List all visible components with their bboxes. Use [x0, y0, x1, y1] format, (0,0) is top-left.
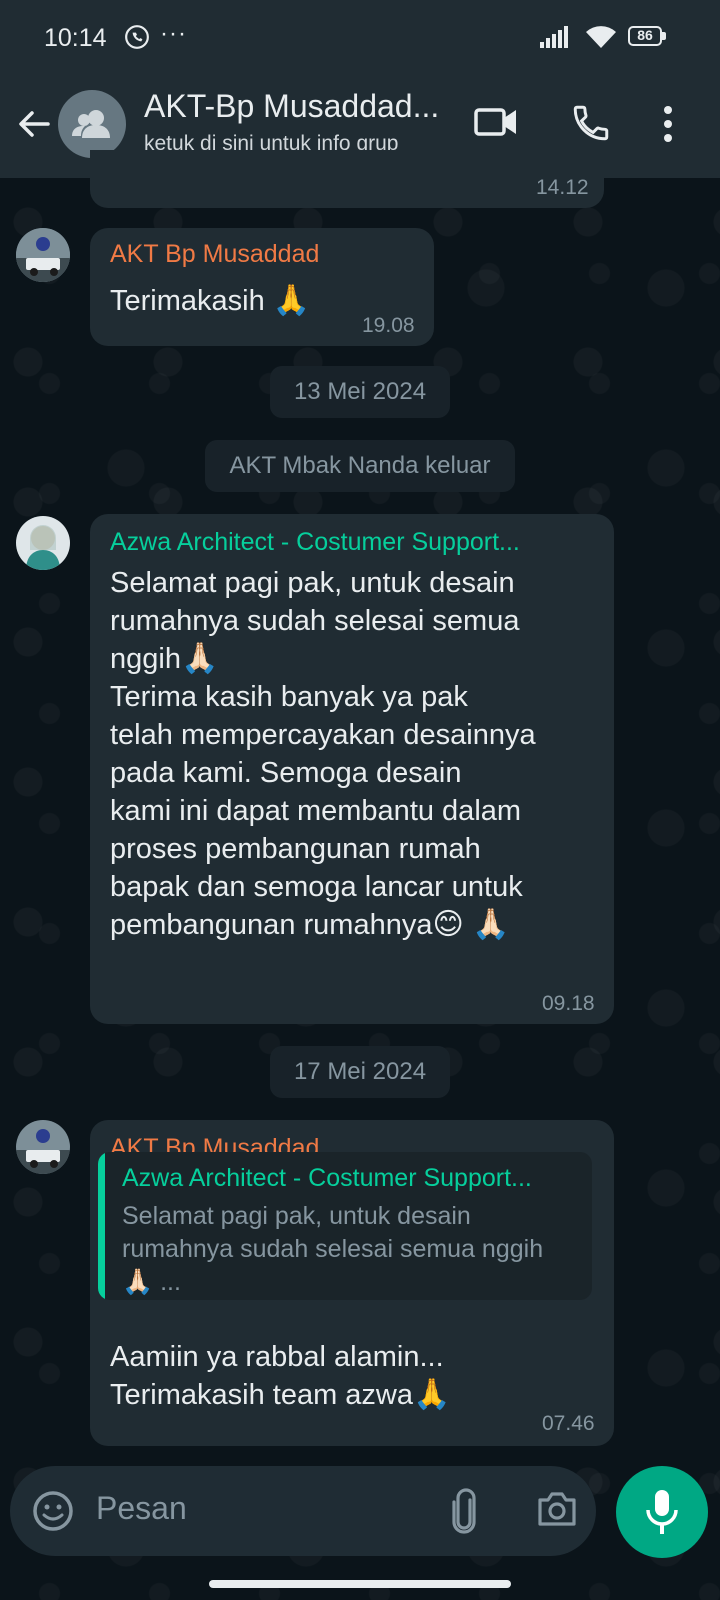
date-chip: 13 Mei 2024 — [270, 366, 450, 418]
avatar-photo — [16, 516, 70, 570]
quoted-message[interactable]: Azwa Architect - Costumer Support... Sel… — [98, 1152, 592, 1300]
emoji-icon[interactable] — [32, 1490, 74, 1532]
attach-icon[interactable] — [450, 1488, 478, 1534]
signal-icon — [540, 26, 568, 48]
message-composer[interactable]: Pesan — [10, 1466, 596, 1556]
message-line: Aamiin ya rabbal alamin... — [110, 1341, 444, 1373]
status-more-dots: ··· — [160, 20, 187, 47]
quote-line: Selamat pagi pak, untuk desain — [122, 1202, 471, 1230]
message-text: Terimakasih 🙏 — [110, 282, 310, 320]
video-call-icon[interactable] — [474, 104, 518, 140]
message-line: Terima kasih banyak ya pak — [110, 681, 468, 713]
message-line: rumahnya sudah selesai semua — [110, 605, 520, 637]
group-avatar[interactable] — [58, 90, 126, 158]
avatar-photo — [16, 1120, 70, 1174]
message-time: 07.46 — [542, 1412, 595, 1435]
battery-level: 86 — [637, 27, 653, 43]
message-line: proses pembangunan rumah — [110, 833, 481, 865]
message-line: Selamat pagi pak, untuk desain — [110, 567, 515, 599]
message-bubble-partial[interactable]: 14.12 — [90, 150, 604, 208]
status-bar: 10:14 ··· 86 — [0, 0, 720, 78]
sender-name: AKT Bp Musaddad — [110, 240, 320, 268]
message-line: pembangunan rumahnya — [110, 909, 433, 941]
message-input[interactable]: Pesan — [96, 1490, 187, 1527]
quote-line: 🙏🏻 ... — [122, 1268, 181, 1296]
message-text: Aamiin ya rabbal alamin... Terimakasih t… — [110, 1338, 600, 1414]
battery-icon: 86 — [628, 26, 668, 48]
pray-emoji: 🙏 — [413, 1378, 451, 1411]
status-time: 10:14 — [44, 24, 107, 52]
mic-button[interactable] — [616, 1466, 708, 1558]
message-text-content: Terimakasih — [110, 285, 265, 317]
smile-pray-emoji: 😊 🙏🏻 — [432, 908, 510, 941]
wifi-icon — [586, 26, 616, 48]
avatar[interactable] — [16, 516, 70, 570]
quote-line: rumahnya sudah selesai semua nggih — [122, 1235, 544, 1263]
system-message: AKT Mbak Nanda keluar — [205, 440, 515, 492]
message-line: kami ini dapat membantu dalam — [110, 795, 522, 827]
chat-title[interactable]: AKT-Bp Musaddad... — [144, 88, 439, 125]
message-time: 09.18 — [542, 992, 595, 1015]
avatar[interactable] — [16, 1120, 70, 1174]
message-line: telah mempercayakan desainnya — [110, 719, 536, 751]
message-bubble[interactable]: Azwa Architect - Costumer Support... Sel… — [90, 514, 614, 1024]
group-icon — [72, 110, 110, 138]
phone-icon[interactable] — [570, 102, 612, 144]
quote-sender-name: Azwa Architect - Costumer Support... — [122, 1164, 532, 1192]
avatar[interactable] — [16, 228, 70, 282]
message-line: pada kami. Semoga desain — [110, 757, 462, 789]
message-line: bapak dan semoga lancar untuk — [110, 871, 523, 903]
mic-icon — [646, 1490, 678, 1534]
quote-accent-bar — [98, 1152, 105, 1300]
message-text: Selamat pagi pak, untuk desain rumahnya … — [110, 564, 600, 944]
message-bubble[interactable]: AKT Bp Musaddad Terimakasih 🙏 19.08 — [90, 228, 434, 346]
quote-text: Selamat pagi pak, untuk desain rumahnya … — [122, 1200, 582, 1299]
avatar-photo — [16, 228, 70, 282]
back-arrow-icon[interactable] — [14, 104, 54, 144]
sender-name: Azwa Architect - Costumer Support... — [110, 528, 520, 556]
date-chip: 17 Mei 2024 — [270, 1046, 450, 1098]
message-time: 14.12 — [536, 176, 589, 199]
message-line: Terimakasih team azwa — [110, 1379, 413, 1411]
pray-emoji: 🙏 — [272, 284, 311, 317]
message-line: nggih — [110, 643, 181, 675]
home-indicator[interactable] — [209, 1580, 511, 1588]
pray-emoji: 🙏🏻 — [180, 642, 219, 675]
whatsapp-icon — [125, 25, 149, 49]
message-time: 19.08 — [362, 314, 415, 337]
more-vert-icon[interactable] — [662, 104, 674, 144]
camera-icon[interactable] — [536, 1490, 578, 1528]
